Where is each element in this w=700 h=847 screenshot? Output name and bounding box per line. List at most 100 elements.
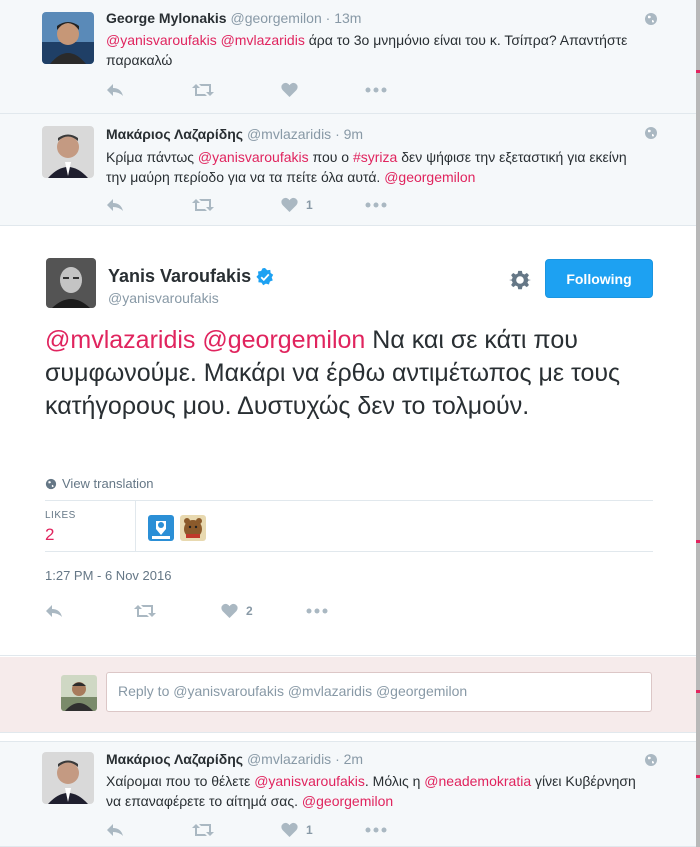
background-mark: [696, 70, 700, 73]
tweet-text-segment: Χαίρομαι που το θέλετε: [106, 773, 255, 789]
retweet-icon: [134, 605, 156, 617]
permalink-tweet: Yanis Varoufakis @yanisvaroufakis Follow…: [0, 226, 696, 656]
like-count: 1: [306, 823, 313, 837]
separator: ·: [335, 751, 340, 767]
tweet-header: George Mylonakis @georgemilon · 13m: [106, 10, 361, 26]
tweet-text-segment[interactable]: @georgemilon: [384, 169, 475, 185]
username[interactable]: @mvlazaridis: [247, 751, 331, 767]
globe-icon: [645, 127, 657, 139]
username[interactable]: @yanisvaroufakis: [108, 290, 219, 306]
tweet-text-segment: που ο: [308, 149, 353, 165]
more-icon: [306, 608, 328, 614]
tweet-text-segment[interactable]: @georgemilon: [202, 326, 365, 354]
retweet-button[interactable]: [192, 195, 214, 215]
tweet-conversation-panel: George Mylonakis @georgemilon · 13m @yan…: [0, 0, 696, 847]
separator: ·: [335, 126, 340, 142]
background-mark: [696, 540, 700, 543]
reply-placeholder: Reply to @yanisvaroufakis @mvlazaridis @…: [118, 683, 468, 699]
avatar[interactable]: [46, 258, 96, 308]
tweet-actions: 2: [45, 601, 405, 621]
tweet-actions: [106, 80, 466, 100]
timestamp[interactable]: 13m: [334, 10, 361, 26]
retweet-button[interactable]: [192, 80, 214, 100]
like-button[interactable]: 1: [281, 820, 313, 840]
timestamp[interactable]: 2m: [344, 751, 363, 767]
more-button[interactable]: [306, 601, 328, 621]
tweet-text: @yanisvaroufakis @mvlazaridis άρα το 3ο …: [106, 30, 646, 70]
reply-button[interactable]: [106, 820, 124, 840]
tweet-text-segment[interactable]: #syriza: [353, 149, 397, 165]
tweet-timestamp[interactable]: 1:27 PM - 6 Nov 2016: [45, 568, 171, 583]
heart-icon: [281, 197, 298, 212]
tweet-actions: 1: [106, 820, 466, 840]
following-button[interactable]: Following: [545, 259, 653, 298]
tweet-text: @mvlazaridis @georgemilon Να και σε κάτι…: [45, 324, 655, 423]
avatar[interactable]: [42, 12, 94, 64]
tweet-actions: 1: [106, 195, 466, 215]
view-translation-link[interactable]: View translation: [45, 476, 154, 491]
more-button[interactable]: [365, 195, 387, 215]
tweet-text-segment[interactable]: @yanisvaroufakis: [198, 149, 309, 165]
like-button[interactable]: 1: [281, 195, 313, 215]
like-button[interactable]: 2: [221, 601, 253, 621]
username[interactable]: @georgemilon: [230, 10, 321, 26]
more-button[interactable]: [365, 80, 387, 100]
globe-icon: [645, 754, 657, 766]
avatar[interactable]: [42, 752, 94, 804]
timestamp[interactable]: 9m: [344, 126, 363, 142]
tweet-text-segment[interactable]: @neademokratia: [424, 773, 531, 789]
tweet-item[interactable]: Μακάριος Λαζαρίδης @mvlazaridis · 9m Κρί…: [0, 114, 696, 226]
tweet-header: Μακάριος Λαζαρίδης @mvlazaridis · 2m: [106, 751, 363, 767]
tweet-text-segment[interactable]: @mvlazaridis: [45, 326, 195, 354]
tweet-text-segment: . Μόλις η: [364, 773, 425, 789]
username[interactable]: @mvlazaridis: [247, 126, 331, 142]
retweet-icon: [192, 824, 214, 836]
retweet-button[interactable]: [134, 601, 156, 621]
retweet-button[interactable]: [192, 820, 214, 840]
tweet-text-segment: Κρίμα πάντως: [106, 149, 198, 165]
tweet-text-segment[interactable]: @yanisvaroufakis: [106, 32, 217, 48]
more-icon: [365, 202, 387, 208]
reply-icon: [46, 605, 62, 617]
view-translation-label[interactable]: View translation: [62, 476, 154, 491]
tweet-text-segment[interactable]: @mvlazaridis: [221, 32, 305, 48]
background-edge: [696, 0, 700, 847]
more-button[interactable]: [365, 820, 387, 840]
reply-icon: [107, 84, 123, 96]
tweet-text: Κρίμα πάντως @yanisvaroufakis που ο #syr…: [106, 147, 646, 187]
gear-icon[interactable]: [509, 269, 531, 291]
fullname-text[interactable]: Yanis Varoufakis: [108, 266, 251, 287]
liker-avatar[interactable]: [180, 515, 206, 541]
more-icon: [365, 87, 387, 93]
avatar[interactable]: [42, 126, 94, 178]
fullname[interactable]: George Mylonakis: [106, 10, 227, 26]
more-icon: [365, 827, 387, 833]
separator: ·: [325, 10, 331, 26]
like-count: 2: [246, 604, 253, 618]
liker-avatar[interactable]: [148, 515, 174, 541]
reply-input[interactable]: Reply to @yanisvaroufakis @mvlazaridis @…: [106, 672, 652, 712]
tweet-text: Χαίρομαι που το θέλετε @yanisvaroufakis.…: [106, 771, 646, 811]
fullname[interactable]: Μακάριος Λαζαρίδης: [106, 751, 243, 767]
likes-count[interactable]: 2: [45, 525, 54, 545]
reply-button[interactable]: [45, 601, 63, 621]
like-button[interactable]: [281, 80, 306, 100]
reply-button[interactable]: [106, 195, 124, 215]
heart-icon: [221, 603, 238, 618]
globe-icon: [45, 478, 57, 489]
tweet-stats: LIKES 2: [45, 500, 653, 552]
globe-icon: [645, 13, 657, 25]
reply-button[interactable]: [106, 80, 124, 100]
heart-icon: [281, 822, 298, 837]
reply-composer: Reply to @yanisvaroufakis @mvlazaridis @…: [0, 657, 696, 733]
tweet-text-segment[interactable]: @yanisvaroufakis: [254, 773, 365, 789]
tweet-header: Μακάριος Λαζαρίδης @mvlazaridis · 9m: [106, 126, 363, 142]
fullname[interactable]: Μακάριος Λαζαρίδης: [106, 126, 243, 142]
likes-label: LIKES: [45, 510, 76, 521]
tweet-text-segment[interactable]: @georgemilon: [302, 793, 393, 809]
fullname[interactable]: Yanis Varoufakis: [108, 266, 274, 287]
tweet-item[interactable]: Μακάριος Λαζαρίδης @mvlazaridis · 2m Χαί…: [0, 741, 696, 847]
reply-icon: [107, 199, 123, 211]
tweet-item[interactable]: George Mylonakis @georgemilon · 13m @yan…: [0, 0, 696, 114]
divider: [135, 501, 136, 551]
